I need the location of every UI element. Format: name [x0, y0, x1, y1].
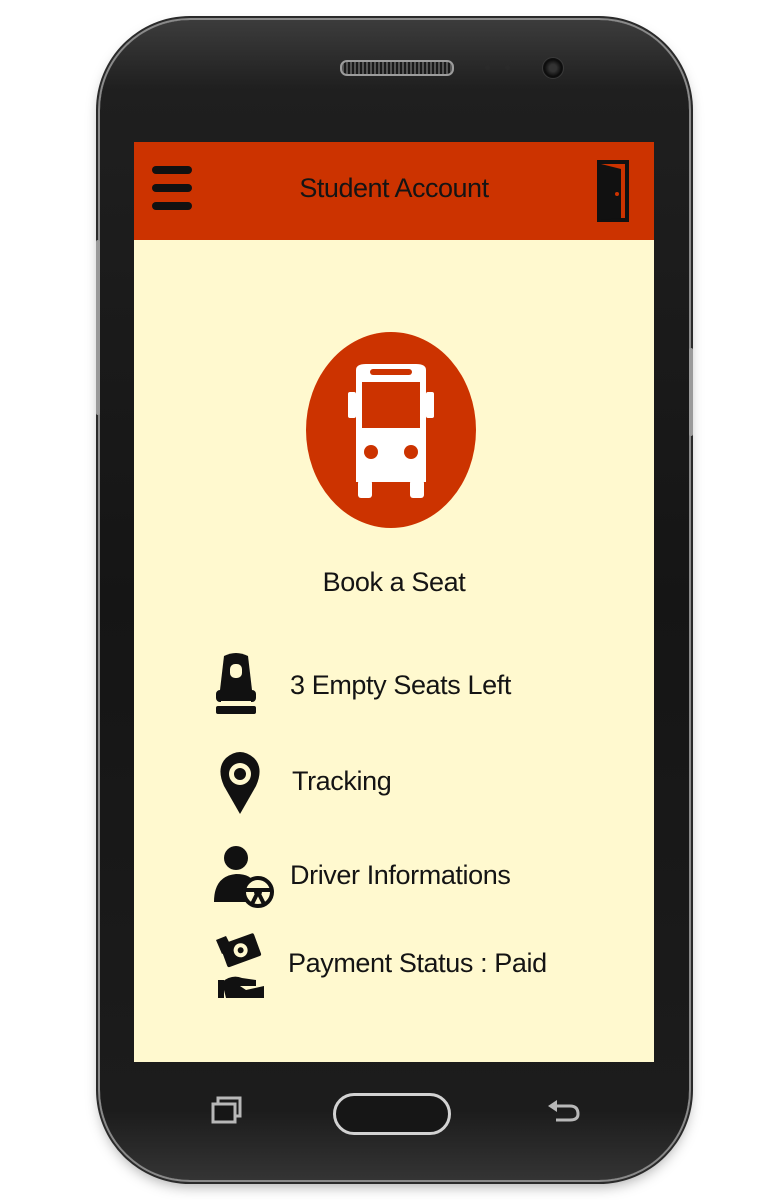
- tracking-label: Tracking: [292, 766, 392, 796]
- driver-informations-label: Driver Informations: [290, 860, 511, 890]
- menu-item-payment-status[interactable]: Payment Status : Paid: [212, 928, 592, 1000]
- speaker-grille: [340, 60, 454, 76]
- door-exit-icon: [597, 160, 629, 222]
- empty-seats-label: 3 Empty Seats Left: [290, 670, 511, 700]
- sensor: [505, 65, 510, 70]
- driver-icon: [212, 842, 282, 914]
- logout-button[interactable]: [596, 158, 634, 224]
- payment-status-label: Payment Status : Paid: [288, 948, 547, 978]
- app-bar: Student Account: [134, 142, 654, 240]
- recent-apps-icon[interactable]: [210, 1096, 244, 1124]
- back-icon[interactable]: [546, 1098, 580, 1124]
- menu-item-tracking[interactable]: Tracking: [212, 746, 592, 818]
- home-button[interactable]: [333, 1093, 451, 1135]
- book-seat-button[interactable]: [306, 332, 476, 528]
- volume-button: [96, 240, 100, 415]
- power-button: [689, 348, 693, 436]
- front-camera: [542, 57, 564, 79]
- location-pin-icon: [212, 746, 282, 818]
- page-title: Student Account: [299, 173, 489, 203]
- bus-icon: [348, 364, 434, 498]
- app-screen: Student Account Book a Seat 3 Empty Seat…: [134, 142, 654, 1062]
- book-seat-label[interactable]: Book a Seat: [134, 567, 654, 598]
- sensor: [485, 65, 490, 70]
- seat-icon: [212, 650, 282, 722]
- phone-frame: Student Account Book a Seat 3 Empty Seat…: [96, 20, 693, 1180]
- menu-item-empty-seats[interactable]: 3 Empty Seats Left: [212, 650, 592, 722]
- payment-icon: [212, 928, 282, 1000]
- menu-item-driver-informations[interactable]: Driver Informations: [212, 842, 592, 914]
